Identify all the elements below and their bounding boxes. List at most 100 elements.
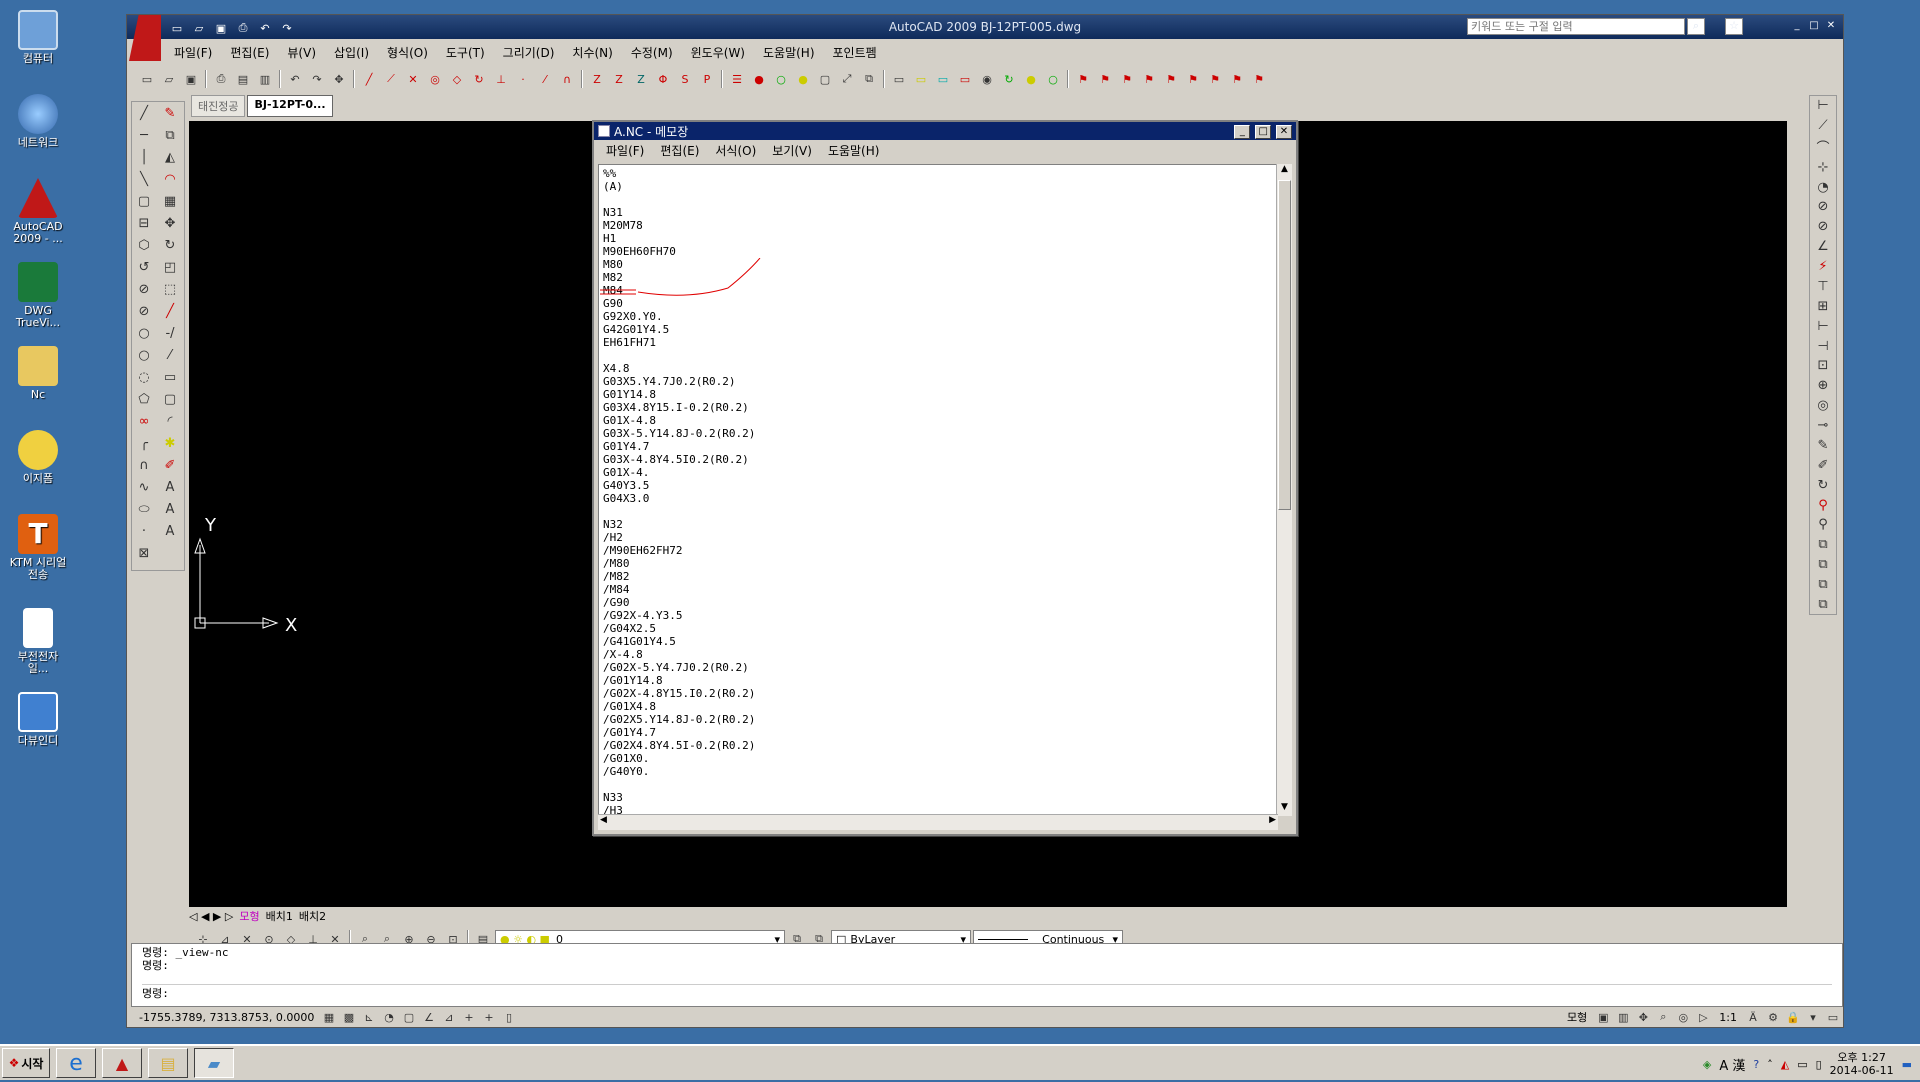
circle-icon[interactable]: ◎ — [425, 69, 445, 89]
erase-tool-icon[interactable]: ✎ — [158, 102, 182, 124]
np-menu-help[interactable]: 도움말(H) — [820, 140, 888, 160]
stretch-icon[interactable]: ⤢ — [837, 69, 857, 89]
lwt-mode-icon[interactable]: + — [479, 1007, 499, 1027]
xline-tool-icon[interactable]: ─ — [132, 124, 156, 146]
dim-diameter-tool-icon[interactable]: ⊘ — [1810, 217, 1836, 236]
tray-clock[interactable]: 오후 1:27 2014-06-11 — [1830, 1051, 1894, 1077]
desktop-icon-dwg-trueview[interactable]: DWG TrueVi... — [8, 262, 68, 329]
osnap-mode-icon[interactable]: ▢ — [399, 1007, 419, 1027]
layout-tab-1[interactable]: 배치1 — [266, 908, 293, 924]
desktop-icon-computer[interactable]: 컴퓨터 — [8, 10, 68, 65]
scroll-right-icon[interactable]: ▶ — [1269, 815, 1276, 825]
save-icon[interactable]: ▣ — [181, 69, 201, 89]
showmotion-icon[interactable]: ▷ — [1693, 1007, 1713, 1027]
ellipse-tool-icon[interactable]: ○ — [132, 322, 156, 344]
notepad-maximize-button[interactable]: □ — [1255, 125, 1272, 139]
dim-update-tool-icon[interactable]: ↻ — [1810, 476, 1836, 495]
desktop-icon-ktm[interactable]: T KTM 시리얼전송 — [8, 514, 68, 581]
rotate-icon[interactable]: ↻ — [469, 69, 489, 89]
tray-settings-icon[interactable]: ▾ — [1803, 1007, 1823, 1027]
snap-mode-icon[interactable]: ▦ — [319, 1007, 339, 1027]
hatch-tool-icon[interactable]: ╭ — [132, 432, 156, 454]
copy-tool-icon[interactable]: ⧉ — [158, 124, 182, 146]
monitor-red-icon[interactable]: ▭ — [955, 69, 975, 89]
rotate-tool-icon[interactable]: ↻ — [158, 234, 182, 256]
scroll-up-icon[interactable]: ▲ — [1277, 164, 1292, 178]
scale-tool-icon[interactable]: ◰ — [158, 256, 182, 278]
tool-f-icon[interactable]: ⚑ — [1183, 69, 1203, 89]
refresh-icon[interactable]: ↻ — [999, 69, 1019, 89]
join-tool-icon[interactable]: ▭ — [158, 366, 182, 388]
layer-red-icon[interactable]: ● — [749, 69, 769, 89]
polygon-tool-icon[interactable]: ╲ — [132, 168, 156, 190]
show-desktop-icon[interactable]: ▬ — [1902, 1058, 1912, 1071]
dim-jogged-tool-icon[interactable]: ⊘ — [1810, 198, 1836, 217]
close-button[interactable]: ✕ — [1823, 19, 1839, 33]
clean-screen-icon[interactable]: ▭ — [1823, 1007, 1843, 1027]
arc-tool-icon[interactable]: ⊟ — [132, 212, 156, 234]
dim-ordinate-tool-icon[interactable]: ⊹ — [1810, 158, 1836, 177]
desktop-icon-nc[interactable]: Nc — [8, 346, 68, 401]
menu-tools[interactable]: 도구(T) — [437, 42, 494, 62]
jogged-linear-tool-icon[interactable]: ⊸ — [1810, 416, 1836, 435]
canvas-vscroll[interactable] — [1787, 121, 1801, 907]
desktop-icon-document[interactable]: 부전전자일... — [8, 608, 68, 675]
network-tray-icon[interactable]: ◈ — [1703, 1058, 1711, 1071]
layer-yellow-icon[interactable]: ● — [793, 69, 813, 89]
lock-icon[interactable]: ● — [1021, 69, 1041, 89]
ducs-mode-icon[interactable]: ⊿ — [439, 1007, 459, 1027]
np-menu-view[interactable]: 보기(V) — [764, 140, 820, 160]
menu-dimension[interactable]: 치수(N) — [563, 42, 621, 62]
trim-tool-icon[interactable]: ╱ — [158, 300, 182, 322]
dim-linear-icon[interactable]: Z — [587, 69, 607, 89]
desktop-icon-autocad[interactable]: AutoCAD 2009 - ... — [8, 178, 68, 245]
measure-icon[interactable]: ⊥ — [491, 69, 511, 89]
rectangle-tool-icon[interactable]: ▢ — [132, 190, 156, 212]
notepad-hscroll[interactable]: ◀ ▶ — [598, 814, 1278, 830]
menu-modify[interactable]: 수정(M) — [622, 42, 682, 62]
tool-d-icon[interactable]: ⚑ — [1139, 69, 1159, 89]
menu-format[interactable]: 형식(O) — [378, 42, 437, 62]
dim-aligned-tool-icon[interactable]: ⟋ — [1810, 116, 1836, 135]
minimize-button[interactable]: _ — [1789, 19, 1805, 33]
dim-edit-tool-icon[interactable]: ✎ — [1810, 436, 1836, 455]
dim-arc-tool-icon[interactable]: ⌒ — [1810, 136, 1836, 157]
tool-c-icon[interactable]: ⚑ — [1117, 69, 1137, 89]
open-icon[interactable]: ▱ — [159, 69, 179, 89]
dim-radius-tool-icon[interactable]: ◔ — [1810, 178, 1836, 197]
magnet-icon[interactable]: ∩ — [557, 69, 577, 89]
taskbar-explorer-button[interactable]: ▤ — [148, 1048, 188, 1078]
np-menu-format[interactable]: 서식(O) — [707, 140, 764, 160]
menu-draw[interactable]: 그리기(D) — [494, 42, 564, 62]
help-tray-icon[interactable]: ? — [1753, 1058, 1759, 1071]
explode-tool-icon[interactable]: ✱ — [158, 432, 182, 454]
grid-mode-icon[interactable]: ▩ — [339, 1007, 359, 1027]
undo-icon[interactable]: ↶ — [285, 69, 305, 89]
tool-h-icon[interactable]: ⚑ — [1227, 69, 1247, 89]
layer-icon[interactable]: ☰ — [727, 69, 747, 89]
desktop-icon-daview[interactable]: 다뷰인디 — [8, 692, 68, 747]
copy-icon[interactable]: ⧉ — [859, 69, 879, 89]
dot-tool-icon[interactable]: · — [132, 520, 156, 542]
layout-tab-model[interactable]: 모형 — [239, 908, 259, 924]
otrack-mode-icon[interactable]: ∠ — [419, 1007, 439, 1027]
monitor-icon[interactable]: ▭ — [889, 69, 909, 89]
monitor-cyan-icon[interactable]: ▭ — [933, 69, 953, 89]
dim-quick-tool-icon[interactable]: ⚡ — [1810, 257, 1836, 276]
taskbar-ie-button[interactable]: e — [56, 1048, 96, 1078]
maximize-button[interactable]: □ — [1806, 19, 1822, 33]
command-line[interactable]: 명령: _view-nc 명령: 명령: — [131, 943, 1843, 1007]
spline-tool-icon[interactable]: ◌ — [132, 366, 156, 388]
offset-tool-icon[interactable]: ◠ — [158, 168, 182, 190]
block-tool-icon[interactable]: ⬠ — [132, 388, 156, 410]
pt-icon[interactable]: P — [697, 69, 717, 89]
pan-status-icon[interactable]: ✥ — [1633, 1007, 1653, 1027]
desktop-icon-network[interactable]: 네트워크 — [8, 94, 68, 149]
gradient-tool-icon[interactable]: ∩ — [132, 454, 156, 476]
dyn-mode-icon[interactable]: + — [459, 1007, 479, 1027]
menu-pointpen[interactable]: 포인트펨 — [824, 42, 886, 62]
tool-e-icon[interactable]: ⚑ — [1161, 69, 1181, 89]
view-copy-icon[interactable]: ⧉ — [1810, 535, 1836, 554]
scroll-down-icon[interactable]: ▼ — [1277, 802, 1292, 816]
circle2-tool-icon[interactable]: ⊘ — [132, 300, 156, 322]
